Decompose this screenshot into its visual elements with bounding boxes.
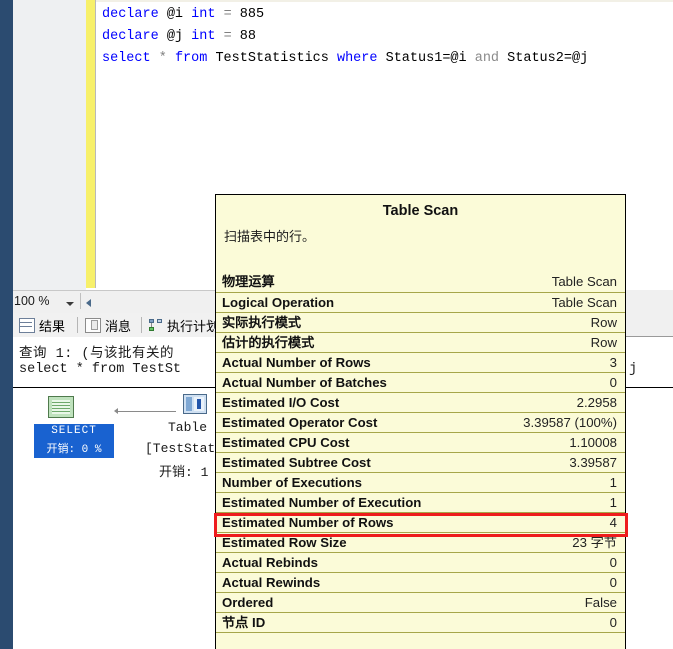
select-result-icon	[48, 396, 74, 418]
tooltip-row-value: 3.39587 (100%)	[420, 412, 625, 433]
data-flow-arrow-head-icon	[114, 408, 118, 414]
plan-node-tablescan-line3: 开销: 1	[159, 465, 209, 480]
tooltip-row-key: Number of Executions	[216, 472, 421, 493]
tooltip-row-value: 0	[420, 372, 625, 393]
table-scan-icon	[183, 394, 207, 414]
tooltip-row-key: 节点 ID	[216, 612, 421, 633]
tooltip-row-value: 1	[420, 492, 625, 513]
plan-query-header: 查询 1: (与该批有关的	[19, 347, 175, 362]
results-grid-icon	[19, 317, 35, 333]
editor-change-bar	[86, 0, 95, 288]
plan-left-edge	[0, 337, 13, 649]
tooltip-row-key: Ordered	[216, 592, 421, 613]
code-line-3[interactable]: select * from TestStatistics where Statu…	[96, 48, 673, 70]
tooltip-row-value: 0	[420, 552, 625, 573]
tooltip-row: Estimated Number of Rows 4	[216, 512, 625, 533]
tab-execution-plan-label: 执行计划	[167, 318, 220, 334]
tooltip-row: 物理运算 Table Scan	[216, 272, 625, 293]
tooltip-row-key: Estimated CPU Cost	[216, 432, 421, 453]
tooltip-row-key: Actual Number of Batches	[216, 372, 421, 393]
code-line-2[interactable]: declare @j int = 88	[96, 26, 673, 48]
table-scan-tooltip: Table Scan 扫描表中的行。 物理运算 Table Scan Logical…	[215, 194, 626, 649]
data-flow-arrow-icon	[116, 411, 176, 412]
scroll-left-arrow-icon[interactable]	[86, 299, 91, 307]
window-left-edge	[0, 0, 13, 290]
tooltip-title: Table Scan	[382, 203, 459, 219]
status-strip-left-edge	[0, 290, 13, 313]
tooltip-row-value: 4	[420, 512, 625, 533]
tooltip-row-value: Row	[420, 332, 625, 353]
zoom-level-label[interactable]: 100 %	[14, 294, 49, 308]
tooltip-row-key: Estimated Number of Executions	[216, 492, 421, 513]
messages-paper-icon	[85, 317, 101, 333]
tooltip-description: 扫描表中的行。	[224, 229, 316, 244]
tooltip-row: Ordered False	[216, 592, 625, 613]
tab-results-label: 结果	[39, 318, 66, 334]
status-strip-divider	[80, 293, 81, 309]
query-text-residual: j	[629, 362, 638, 377]
tabstrip-right-filler	[626, 290, 673, 337]
tooltip-row-key: Estimated Row Size	[216, 532, 421, 553]
tab-execution-plan[interactable]: 执行计划	[144, 315, 224, 335]
tooltip-properties-table: 物理运算 Table Scan Logical Operation Table Sca…	[216, 272, 625, 633]
tooltip-row-value: False	[420, 592, 625, 613]
tooltip-row: 节点 ID 0	[216, 612, 625, 633]
execution-plan-icon	[149, 318, 163, 332]
tooltip-row: Estimated CPU Cost 1.10008	[216, 432, 625, 453]
tab-separator-1	[77, 317, 78, 333]
tooltip-row-key: Actual Number of Rows	[216, 352, 421, 373]
tab-strip-left-edge	[0, 313, 13, 337]
chevron-down-icon[interactable]	[66, 302, 74, 306]
plan-node-select-cost: 开销: 0 %	[46, 444, 102, 456]
tooltip-row-key: Estimated Number of Rows	[216, 512, 421, 533]
tooltip-row: 估计的执行模式 Row	[216, 332, 625, 353]
tab-messages-label: 消息	[105, 318, 132, 334]
tab-messages[interactable]: 消息	[80, 315, 136, 335]
tooltip-row-value: Table Scan	[420, 272, 625, 293]
tooltip-row-value: Table Scan	[420, 292, 625, 313]
tooltip-row-key: Actual Rebinds	[216, 552, 421, 573]
tooltip-row-value: 0	[420, 612, 625, 633]
tooltip-row-value: 23 字节	[420, 532, 625, 553]
tooltip-row: Actual Rebinds 0	[216, 552, 625, 573]
tooltip-row-key: Estimated I/O Cost	[216, 392, 421, 413]
tooltip-row-key: Logical Operation	[216, 292, 421, 313]
tooltip-row-value: 3	[420, 352, 625, 373]
tooltip-row-value: 3.39587	[420, 452, 625, 473]
tooltip-row-key: Estimated Operator Cost	[216, 412, 421, 433]
tooltip-row-value: 0	[420, 572, 625, 593]
tooltip-row: Estimated I/O Cost 2.2958	[216, 392, 625, 413]
tooltip-row: Estimated Operator Cost 3.39587 (100%)	[216, 412, 625, 433]
tooltip-row-value: Row	[420, 312, 625, 333]
plan-node-tablescan-line1: Table	[168, 420, 208, 435]
tooltip-row: Estimated Number of Executions 1	[216, 492, 625, 513]
tooltip-row: Actual Rewinds 0	[216, 572, 625, 593]
plan-node-tablescan-line2: [TestStat	[145, 441, 216, 456]
tooltip-row-key: Estimated Subtree Cost	[216, 452, 421, 473]
tooltip-row: Estimated Row Size 23 字节	[216, 532, 625, 553]
tooltip-row: Estimated Subtree Cost 3.39587	[216, 452, 625, 473]
tooltip-row-value: 1.10008	[420, 432, 625, 453]
tooltip-row-key: Actual Rewinds	[216, 572, 421, 593]
tooltip-row: Number of Executions 1	[216, 472, 625, 493]
editor-gutter[interactable]	[13, 0, 86, 290]
plan-query-text: select * from TestSt	[19, 362, 182, 377]
code-line-1[interactable]: declare @i int = 885	[96, 4, 673, 26]
editor-top-border	[96, 0, 673, 2]
tab-separator-2	[141, 317, 142, 333]
tooltip-row-value: 2.2958	[420, 392, 625, 413]
tooltip-row: 实际执行模式 Row	[216, 312, 625, 333]
tooltip-row: Actual Number of Rows 3	[216, 352, 625, 373]
tooltip-row: Logical Operation Table Scan	[216, 292, 625, 313]
tooltip-row-value: 1	[420, 472, 625, 493]
tooltip-row-key: 物理运算	[216, 272, 421, 293]
tooltip-row-key: 实际执行模式	[216, 312, 421, 333]
tab-results[interactable]: 结果	[14, 315, 70, 335]
tooltip-row: Actual Number of Batches 0	[216, 372, 625, 393]
tooltip-row-key: 估计的执行模式	[216, 332, 421, 353]
plan-node-select-label: SELECT	[51, 425, 97, 437]
